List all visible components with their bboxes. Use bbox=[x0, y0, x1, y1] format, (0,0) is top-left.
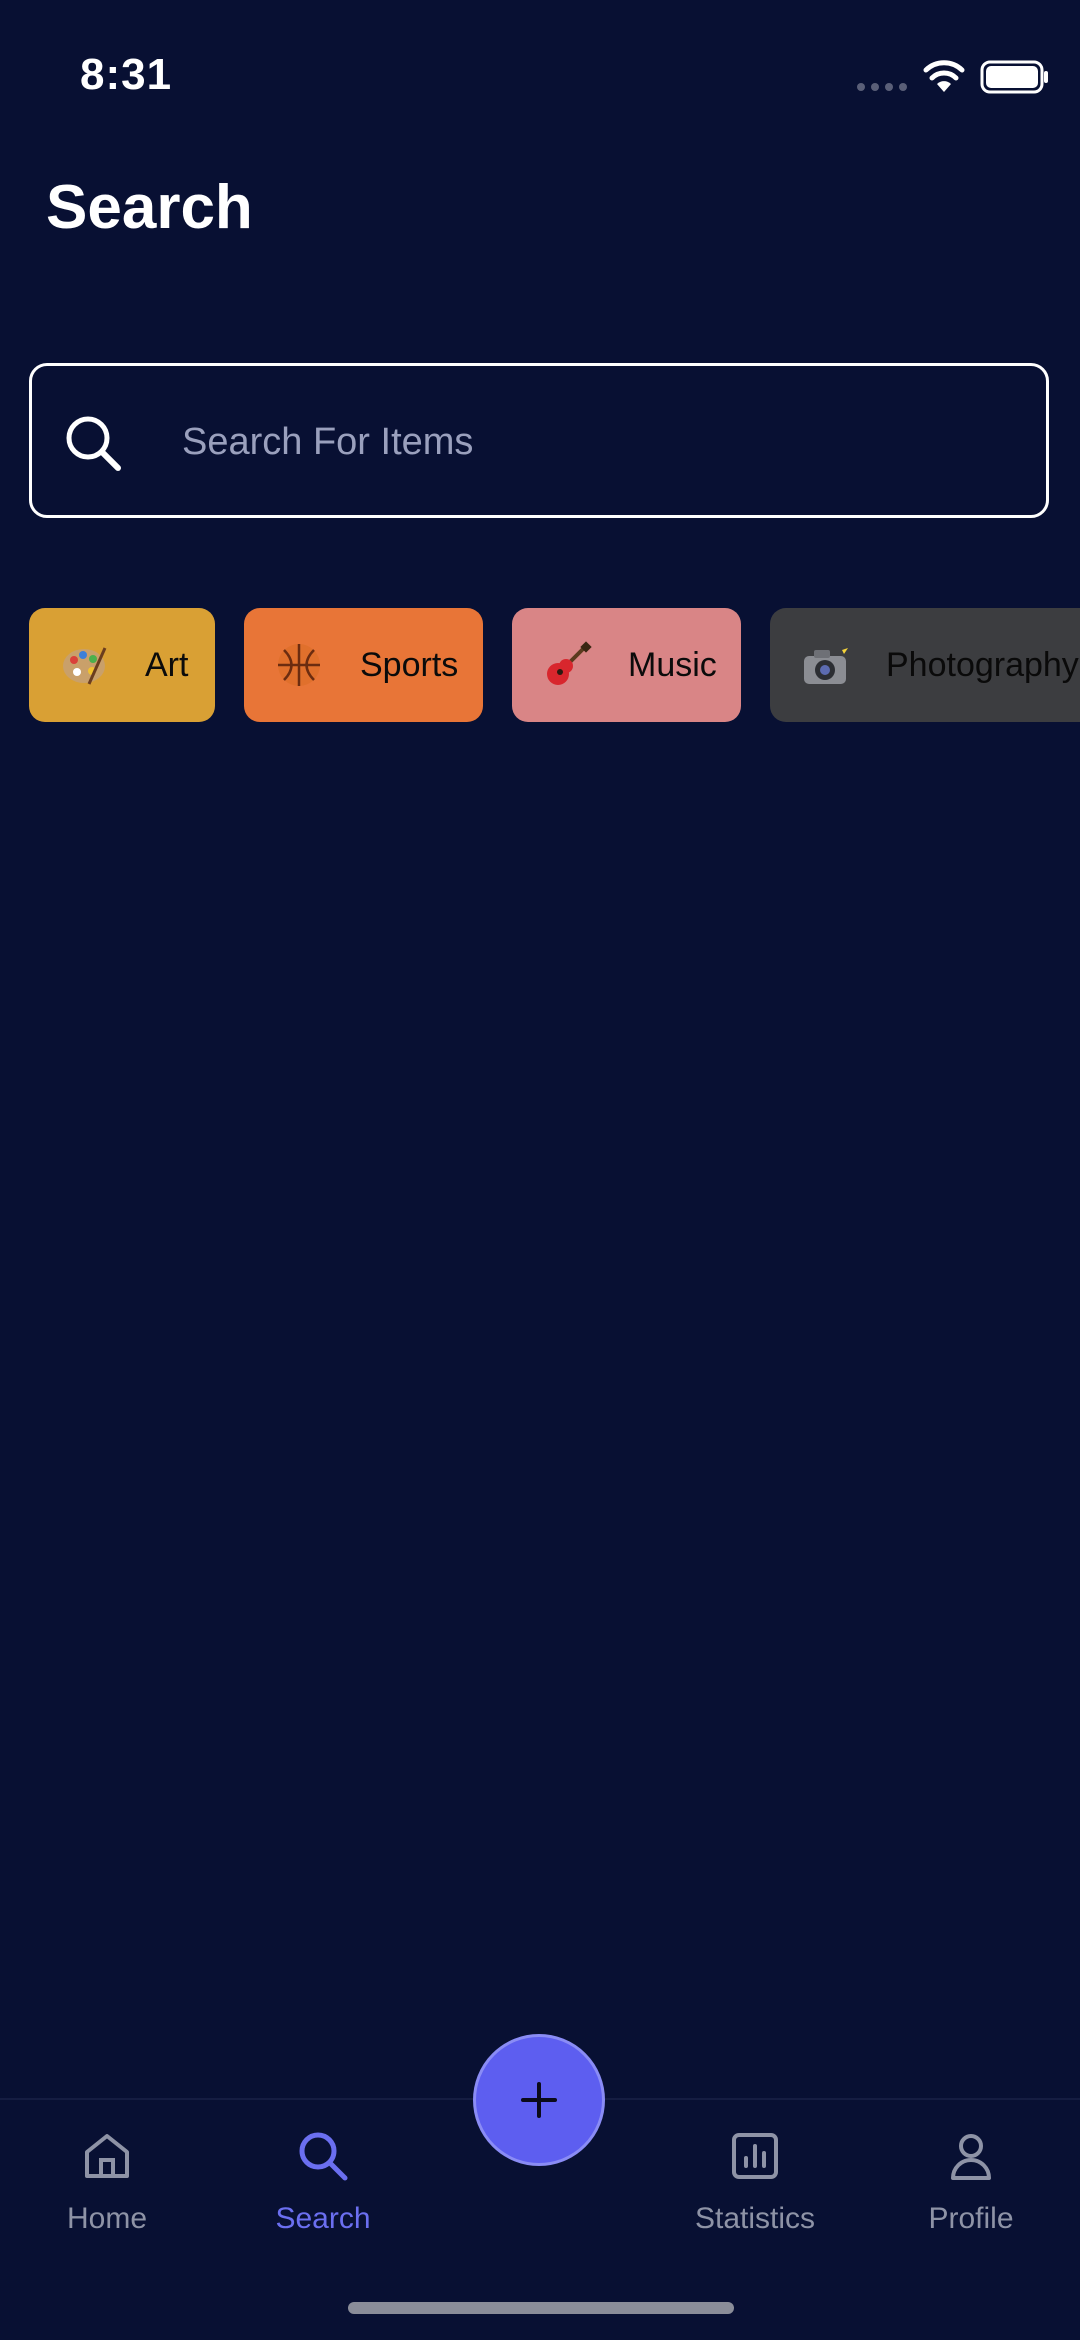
category-chip-art[interactable]: Art bbox=[29, 608, 215, 722]
search-icon bbox=[66, 416, 121, 471]
category-chip-label: Art bbox=[145, 645, 189, 684]
nav-label-statistics: Statistics bbox=[694, 2202, 816, 2235]
page-title: Search bbox=[46, 173, 253, 242]
nav-item-home[interactable]: Home bbox=[7, 2128, 207, 2236]
search-input[interactable] bbox=[180, 396, 1014, 488]
artist-palette-icon bbox=[63, 647, 107, 685]
battery-icon bbox=[980, 60, 1048, 94]
statistics-icon bbox=[732, 2133, 778, 2179]
category-chip-photography[interactable]: Photography bbox=[770, 608, 1080, 722]
category-chip-label: Photography bbox=[886, 645, 1079, 684]
category-chips: Art Sports Music Photography bbox=[0, 608, 1080, 724]
camera-with-flash-icon bbox=[804, 642, 848, 684]
category-chip-music[interactable]: Music bbox=[512, 608, 741, 722]
search-box[interactable] bbox=[29, 363, 1049, 518]
category-chip-label: Sports bbox=[360, 645, 459, 684]
nav-item-search[interactable]: Search bbox=[223, 2128, 423, 2236]
search-screen: 8:31 Search Search For Items Art Sports … bbox=[0, 0, 1080, 2340]
add-button[interactable] bbox=[473, 2034, 605, 2166]
home-indicator[interactable] bbox=[348, 2302, 734, 2314]
category-chip-label: Music bbox=[628, 645, 717, 684]
basketball-icon bbox=[278, 644, 320, 686]
cellular-signal-icon bbox=[857, 83, 907, 91]
home-icon bbox=[85, 2134, 129, 2178]
status-time: 8:31 bbox=[80, 50, 173, 99]
nav-label-profile: Profile bbox=[928, 2202, 1014, 2235]
guitar-icon bbox=[547, 641, 592, 685]
category-chip-sports[interactable]: Sports bbox=[244, 608, 483, 722]
wifi-icon bbox=[923, 60, 965, 92]
nav-item-statistics[interactable]: Statistics bbox=[655, 2128, 855, 2236]
search-icon bbox=[299, 2132, 348, 2181]
profile-icon bbox=[951, 2134, 991, 2180]
nav-label-home: Home bbox=[66, 2202, 148, 2235]
nav-item-profile[interactable]: Profile bbox=[871, 2128, 1071, 2236]
plus-icon bbox=[521, 2082, 557, 2118]
nav-label-search: Search bbox=[275, 2202, 371, 2235]
status-bar: 8:31 bbox=[0, 0, 1080, 150]
